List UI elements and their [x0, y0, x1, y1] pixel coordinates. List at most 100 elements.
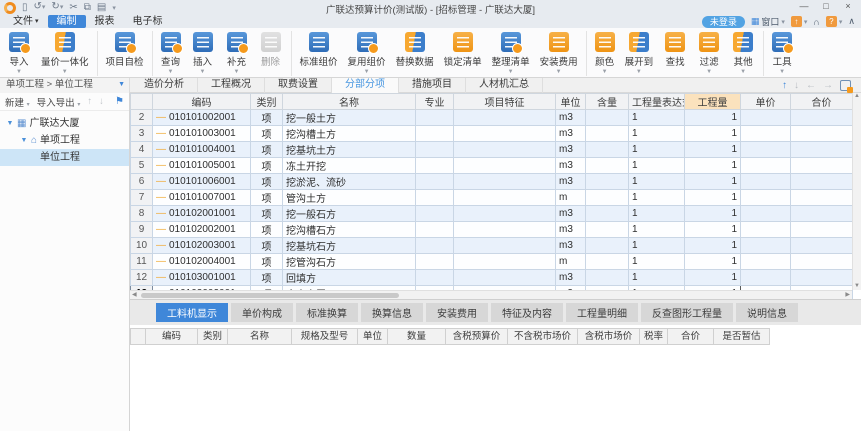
cell-qty-expression[interactable]: 1 — [629, 222, 685, 238]
cell-unit-price[interactable] — [741, 190, 791, 206]
btab-description[interactable]: 说明信息 — [736, 303, 798, 322]
cell-quantity[interactable]: 1 — [685, 270, 741, 286]
new-button[interactable]: 新建 ▾ — [5, 95, 30, 109]
cell-qty-expression[interactable]: 1 — [629, 238, 685, 254]
cell-feature[interactable] — [454, 158, 556, 174]
table-row[interactable]: 8 —010102001001 项 挖一般石方 m3 1 1 — [131, 206, 853, 222]
cell-total-price[interactable] — [791, 158, 853, 174]
column-header[interactable]: 专业 — [416, 94, 454, 110]
cell-qty-expression[interactable]: 1 — [629, 158, 685, 174]
cell-feature[interactable] — [454, 238, 556, 254]
cell-feature[interactable] — [454, 126, 556, 142]
cell-major[interactable] — [416, 238, 454, 254]
tab-project-overview[interactable]: 工程概况 — [198, 78, 265, 93]
bottom-column-header[interactable]: 合价 — [668, 328, 714, 345]
collapse-icon[interactable]: ▼ — [20, 132, 28, 149]
tab-measure-items[interactable]: 措施项目 — [399, 78, 466, 93]
cell-content[interactable] — [586, 206, 629, 222]
ribbon-other-button[interactable]: 其他 ▼ — [726, 31, 760, 76]
row-number[interactable]: 11 — [131, 254, 153, 270]
bottom-column-header[interactable]: 类别 — [198, 328, 228, 345]
cell-code[interactable]: —010102002001 — [153, 222, 251, 238]
ribbon-expand-to-button[interactable]: 展开到 ▼ — [620, 31, 659, 76]
column-header[interactable]: 工程量表达式 — [629, 94, 685, 110]
cell-major[interactable] — [416, 110, 454, 126]
ribbon-qpi-button[interactable]: 量价一体化 ▼ — [36, 31, 94, 76]
row-number[interactable]: 7 — [131, 190, 153, 206]
cell-type[interactable]: 项 — [251, 126, 283, 142]
bottom-column-header[interactable]: 编码 — [146, 328, 198, 345]
cell-unit[interactable]: m — [556, 254, 586, 270]
cell-name[interactable]: 回填方 — [283, 270, 416, 286]
cell-unit[interactable]: m3 — [556, 238, 586, 254]
vertical-scrollbar[interactable]: ▲▼ — [852, 93, 861, 290]
menu-tab-ebid[interactable]: 电子标▾ — [124, 15, 172, 28]
cell-unit[interactable]: m3 — [556, 110, 586, 126]
move-down-icon[interactable]: ↓ — [99, 96, 104, 107]
column-header[interactable]: 工程量 — [685, 94, 741, 110]
close-button[interactable]: × — [837, 0, 859, 13]
cell-total-price[interactable] — [791, 238, 853, 254]
tree-item-unit-project[interactable]: 单位工程 — [0, 149, 129, 166]
cell-major[interactable] — [416, 174, 454, 190]
cell-unit-price[interactable] — [741, 174, 791, 190]
cell-unit-price[interactable] — [741, 270, 791, 286]
cell-quantity[interactable]: 1 — [685, 142, 741, 158]
ribbon-color-button[interactable]: 颜色 ▼ — [586, 31, 620, 76]
cell-code[interactable]: —010102001001 — [153, 206, 251, 222]
cell-total-price[interactable] — [791, 254, 853, 270]
cell-unit-price[interactable] — [741, 254, 791, 270]
cell-feature[interactable] — [454, 174, 556, 190]
ribbon-install-cost-button[interactable]: 安装费用 ▼ — [535, 31, 583, 76]
cell-qty-expression[interactable]: 1 — [629, 206, 685, 222]
cell-content[interactable] — [586, 110, 629, 126]
collapse-ribbon-icon[interactable]: ∧ — [848, 16, 855, 27]
table-row[interactable]: 9 —010102002001 项 挖沟槽石方 m3 1 1 — [131, 222, 853, 238]
btab-graphic-quantity[interactable]: 反查图形工程量 — [641, 303, 733, 322]
cell-code[interactable]: —010102003001 — [153, 238, 251, 254]
move-up-icon[interactable]: ↑ — [87, 96, 92, 107]
table-row[interactable]: 7 —010101007001 项 管沟土方 m 1 1 — [131, 190, 853, 206]
column-header[interactable]: 合价 — [791, 94, 853, 110]
cell-type[interactable]: 项 — [251, 238, 283, 254]
cell-name[interactable]: 挖沟槽土方 — [283, 126, 416, 142]
cell-content[interactable] — [586, 126, 629, 142]
cell-unit[interactable]: m3 — [556, 158, 586, 174]
row-number[interactable]: 10 — [131, 238, 153, 254]
cell-type[interactable]: 项 — [251, 142, 283, 158]
table-row[interactable]: 5 —010101005001 项 冻土开挖 m3 1 1 — [131, 158, 853, 174]
bottom-column-header[interactable]: 税率 — [640, 328, 668, 345]
cell-qty-expression[interactable]: 1 — [629, 110, 685, 126]
cell-unit[interactable]: m — [556, 190, 586, 206]
bottom-column-header[interactable]: 不含税市场价 — [508, 328, 578, 345]
bottom-column-header[interactable]: 数量 — [388, 328, 446, 345]
cell-name[interactable]: 冻土开挖 — [283, 158, 416, 174]
cell-name[interactable]: 管沟土方 — [283, 190, 416, 206]
cell-type[interactable]: 项 — [251, 206, 283, 222]
bottom-column-header[interactable]: 单位 — [358, 328, 388, 345]
cell-code[interactable]: —010101003001 — [153, 126, 251, 142]
tab-fee-settings[interactable]: 取费设置 — [265, 78, 332, 93]
column-header[interactable]: 单价 — [741, 94, 791, 110]
tree-item-single-project[interactable]: ▼ ⌂ 单项工程 — [0, 132, 129, 149]
bottom-column-header[interactable]: 名称 — [228, 328, 292, 345]
menu-tab-file[interactable]: 文件▾ — [4, 15, 48, 28]
nav-left-icon[interactable]: ← — [806, 80, 816, 91]
cell-feature[interactable] — [454, 222, 556, 238]
column-header[interactable]: 类别 — [251, 94, 283, 110]
cell-name[interactable]: 挖基坑土方 — [283, 142, 416, 158]
cell-major[interactable] — [416, 158, 454, 174]
cell-name[interactable]: 挖管沟石方 — [283, 254, 416, 270]
cell-name[interactable]: 挖淤泥、流砂 — [283, 174, 416, 190]
cell-code[interactable]: —010101002001 — [153, 110, 251, 126]
ribbon-lock-list-button[interactable]: 锁定清单 ▼ — [439, 31, 487, 76]
cell-quantity[interactable]: 1 — [685, 110, 741, 126]
btab-price-composition[interactable]: 单价构成 — [231, 303, 293, 322]
bottom-column-header[interactable]: 含税市场价 — [578, 328, 640, 345]
cell-type[interactable]: 项 — [251, 190, 283, 206]
cell-quantity[interactable]: 1 — [685, 126, 741, 142]
column-header[interactable]: 编码 — [153, 94, 251, 110]
cell-unit[interactable]: m3 — [556, 206, 586, 222]
tab-labor-summary[interactable]: 人材机汇总 — [466, 78, 543, 93]
row-number[interactable]: 9 — [131, 222, 153, 238]
